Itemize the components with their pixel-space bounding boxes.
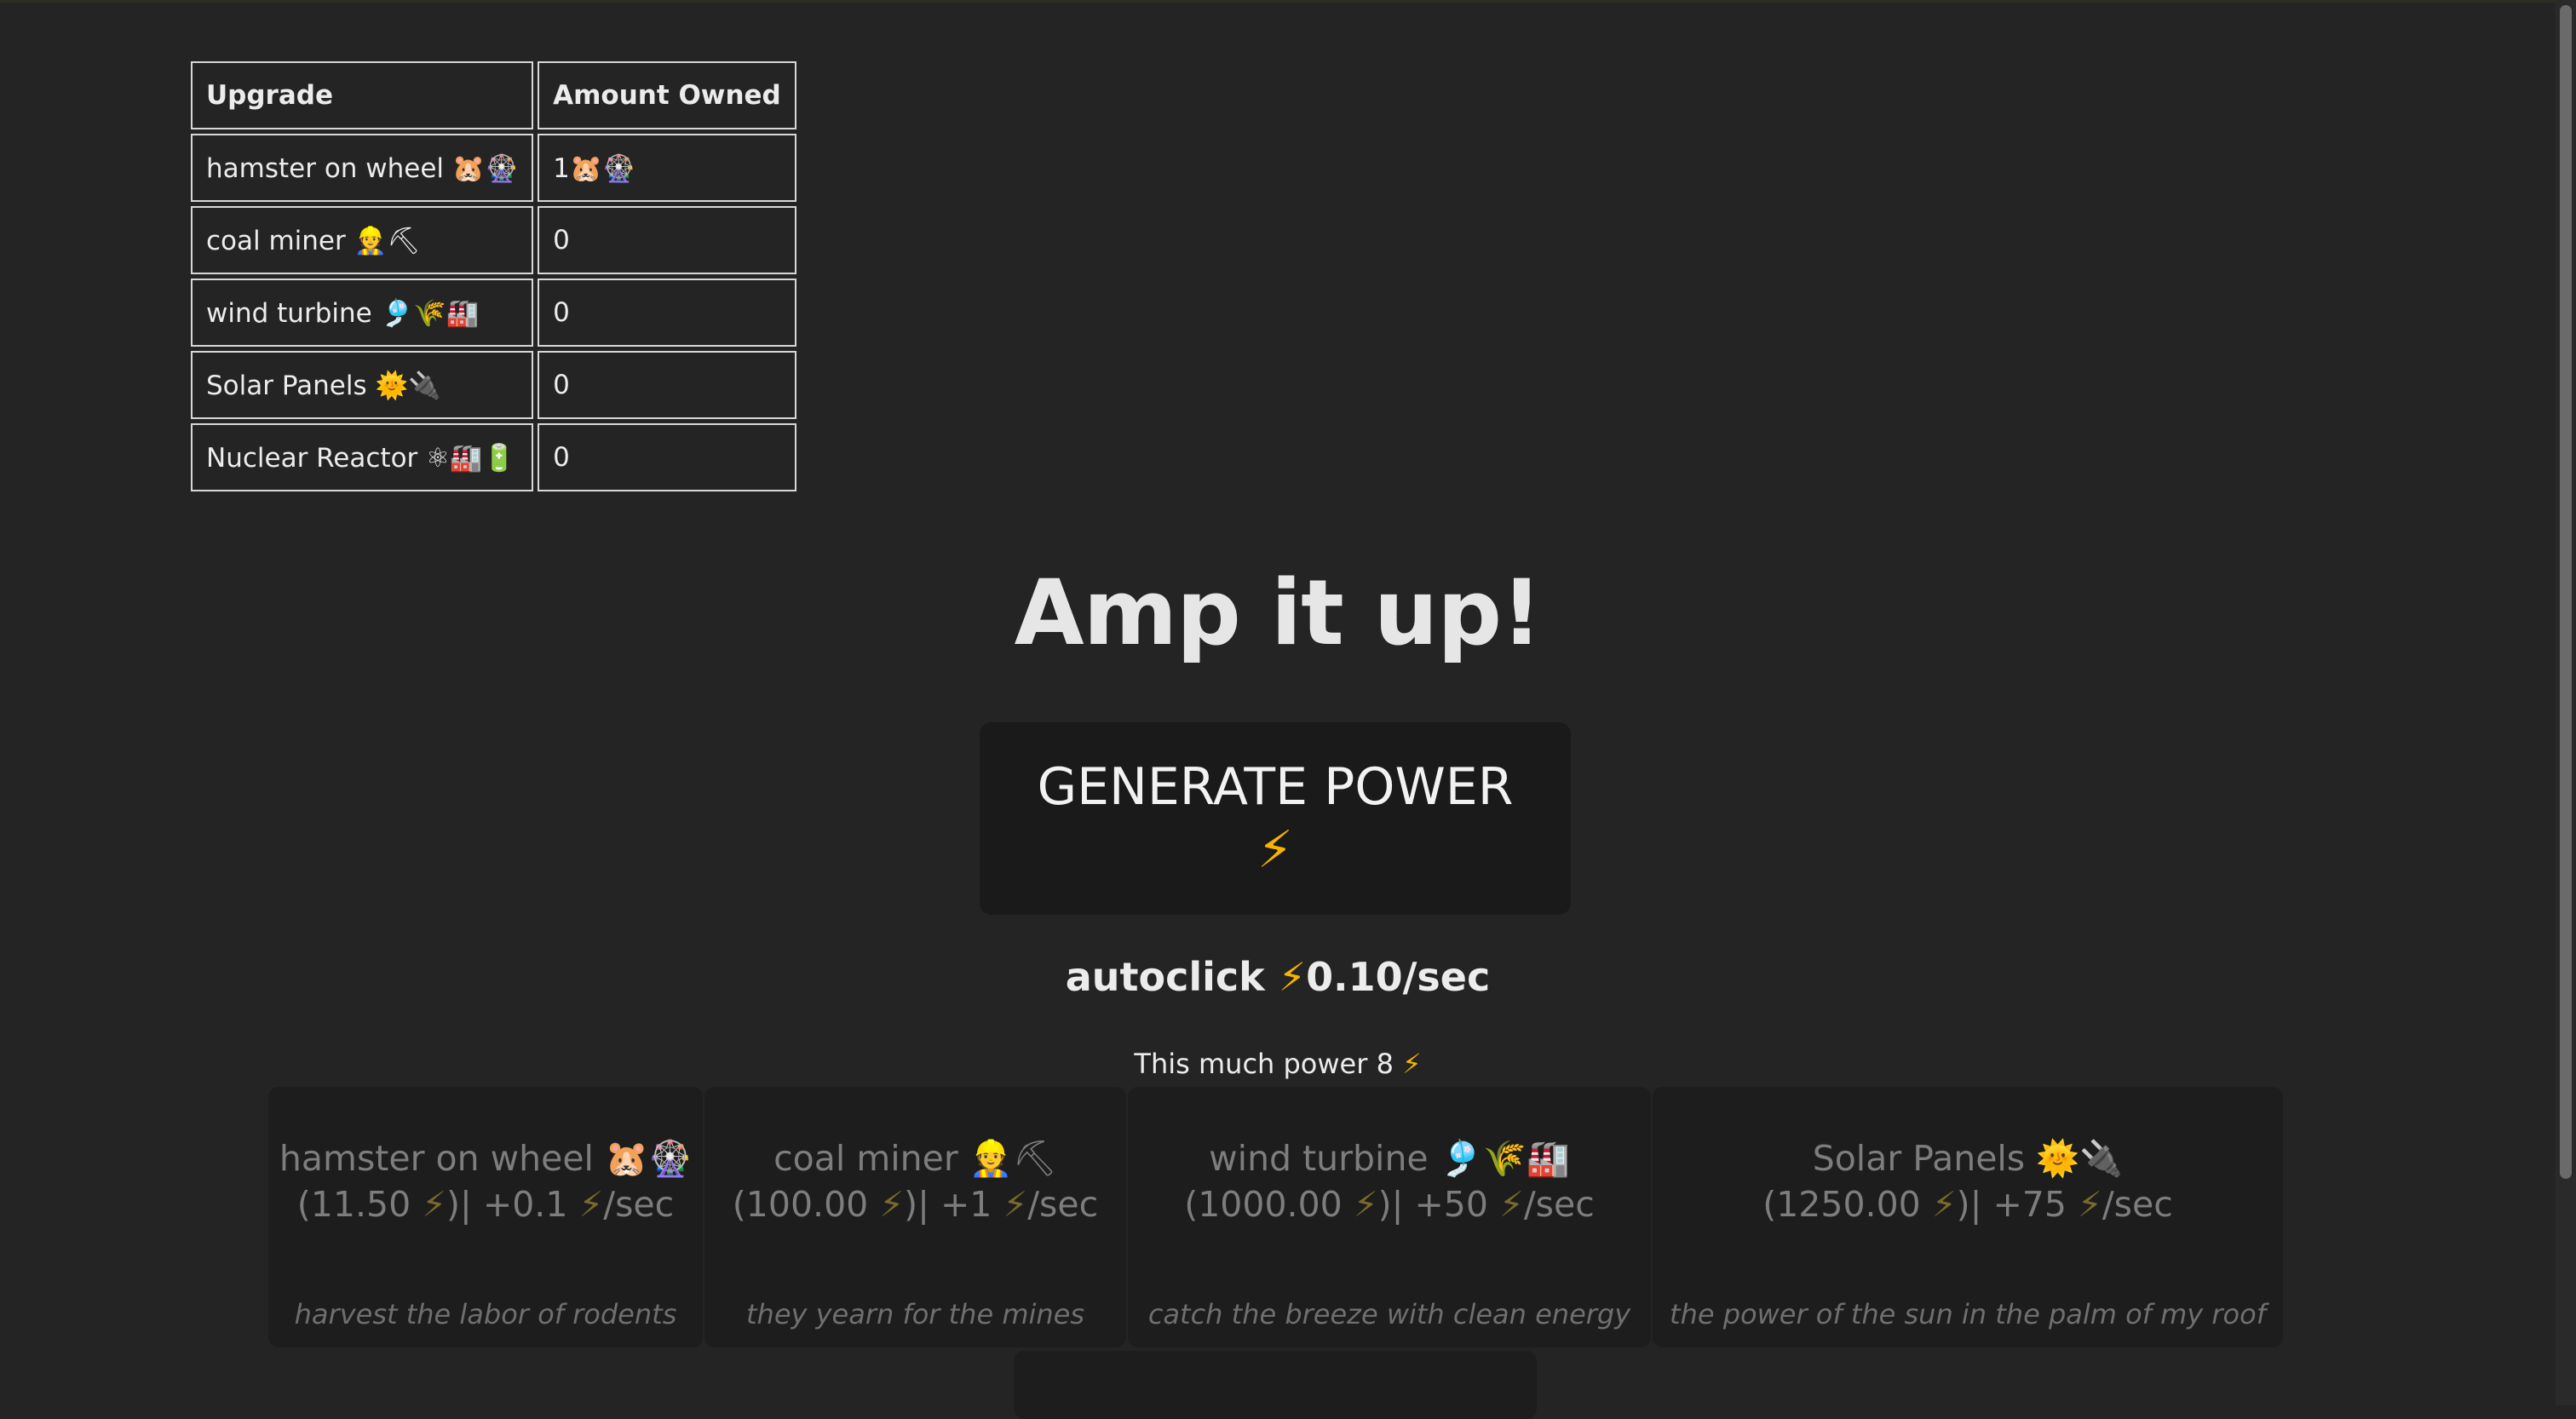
shop-card-rate: )| +0.1	[446, 1184, 568, 1225]
page-scrollbar[interactable]	[2556, 0, 2576, 1405]
page-title: Amp it up!	[1014, 560, 1543, 665]
upgrades-owned-table: Upgrade Amount Owned hamster on wheel 🐹🎡…	[187, 57, 801, 496]
lightning-icon: ⚡	[1931, 1184, 1957, 1225]
lightning-icon: ⚡	[578, 1184, 604, 1225]
lightning-icon: ⚡	[1256, 820, 1294, 880]
lightning-icon: ⚡	[879, 1184, 905, 1225]
power-value: 8	[1376, 1048, 1394, 1080]
amount-owned-cell: 0	[538, 206, 796, 274]
table-row: hamster on wheel 🐹🎡 1🐹🎡	[191, 134, 796, 202]
lightning-icon: ⚡	[2078, 1184, 2102, 1225]
amount-owned-cell: 1🐹🎡	[538, 134, 796, 202]
shop-card-title: hamster on wheel 🐹🎡	[279, 1138, 693, 1179]
shop-card-price: (1250.00	[1762, 1184, 1921, 1225]
shop-card-coal-miner[interactable]: coal miner 👷⛏ (100.00 ⚡)| +1 ⚡/sec they …	[704, 1087, 1126, 1347]
shop-card-cost: (1250.00 ⚡)| +75 ⚡/sec	[1653, 1184, 2283, 1225]
shop-card-unit: /sec	[1027, 1184, 1099, 1225]
shop-card-title: coal miner 👷⛏	[773, 1138, 1057, 1179]
shop-card-partial[interactable]	[1014, 1351, 1537, 1419]
shop-card-description: the power of the sun in the palm of my r…	[1670, 1298, 2266, 1330]
shop-card-wind-turbine[interactable]: wind turbine 🎐🌾🏭 (1000.00 ⚡)| +50 ⚡/sec …	[1128, 1087, 1651, 1347]
shop-card-hamster-on-wheel[interactable]: hamster on wheel 🐹🎡 (11.50 ⚡)| +0.1 ⚡/se…	[268, 1087, 703, 1347]
shop-card-rate: )| +75	[1956, 1184, 2067, 1225]
shop-card-unit: /sec	[603, 1184, 675, 1225]
upgrade-name-cell: hamster on wheel 🐹🎡	[191, 134, 534, 202]
lightning-icon: ⚡	[1499, 1184, 1524, 1225]
autoclick-rate: autoclick ⚡0.10/sec	[0, 954, 2556, 1000]
amount-owned-cell: 0	[538, 279, 796, 347]
shop-card-description: they yearn for the mines	[745, 1298, 1085, 1330]
generate-power-label: GENERATE POWER	[1037, 757, 1514, 817]
column-header-amount-owned: Amount Owned	[538, 61, 796, 129]
lightning-icon: ⚡	[1003, 1184, 1028, 1225]
shop-card-cost: (1000.00 ⚡)| +50 ⚡/sec	[1128, 1184, 1651, 1225]
shop-card-unit: /sec	[1523, 1184, 1595, 1225]
lightning-icon: ⚡	[422, 1184, 446, 1225]
table-row: wind turbine 🎐🌾🏭 0	[191, 279, 796, 347]
lightning-icon: ⚡	[1353, 1184, 1378, 1225]
autoclick-value: 0.10/sec	[1306, 954, 1491, 1000]
upgrade-name-cell: Solar Panels 🌞🔌	[191, 351, 534, 419]
generate-power-button[interactable]: GENERATE POWER ⚡	[980, 722, 1571, 915]
table-row: Solar Panels 🌞🔌 0	[191, 351, 796, 419]
table-row: coal miner 👷⛏ 0	[191, 206, 796, 274]
shop-card-description: catch the breeze with clean energy	[1147, 1298, 1631, 1330]
shop-card-description: harvest the labor of rodents	[294, 1298, 677, 1330]
scrollbar-thumb[interactable]	[2560, 5, 2572, 1179]
shop-card-rate: )| +50	[1377, 1184, 1488, 1225]
shop-card-solar-panels[interactable]: Solar Panels 🌞🔌 (1250.00 ⚡)| +75 ⚡/sec t…	[1653, 1087, 2283, 1347]
shop-card-unit: /sec	[2102, 1184, 2173, 1225]
shop-card-cost: (100.00 ⚡)| +1 ⚡/sec	[704, 1184, 1126, 1225]
lightning-icon: ⚡	[1278, 954, 1307, 1000]
power-label: This much power	[1134, 1048, 1368, 1080]
shop-card-cost: (11.50 ⚡)| +0.1 ⚡/sec	[268, 1184, 703, 1225]
shop-card-title: wind turbine 🎐🌾🏭	[1209, 1138, 1570, 1179]
table-header-row: Upgrade Amount Owned	[191, 61, 796, 129]
power-counter: This much power 8 ⚡	[0, 1048, 2556, 1080]
upgrade-name-cell: Nuclear Reactor ⚛🏭🔋	[191, 423, 534, 491]
game-page: Upgrade Amount Owned hamster on wheel 🐹🎡…	[0, 0, 2556, 1419]
shop-card-rate: )| +1	[904, 1184, 992, 1225]
autoclick-label: autoclick	[1065, 954, 1265, 1000]
upgrade-name-cell: coal miner 👷⛏	[191, 206, 534, 274]
lightning-icon: ⚡	[1402, 1048, 1422, 1080]
shop-card-price: (1000.00	[1184, 1184, 1343, 1225]
shop-card-price: (11.50	[296, 1184, 411, 1225]
column-header-upgrade: Upgrade	[191, 61, 534, 129]
upgrade-name-cell: wind turbine 🎐🌾🏭	[191, 279, 534, 347]
shop-card-title: Solar Panels 🌞🔌	[1812, 1138, 2124, 1179]
shop-card-price: (100.00	[732, 1184, 869, 1225]
amount-owned-cell: 0	[538, 423, 796, 491]
amount-owned-cell: 0	[538, 351, 796, 419]
table-row: Nuclear Reactor ⚛🏭🔋 0	[191, 423, 796, 491]
